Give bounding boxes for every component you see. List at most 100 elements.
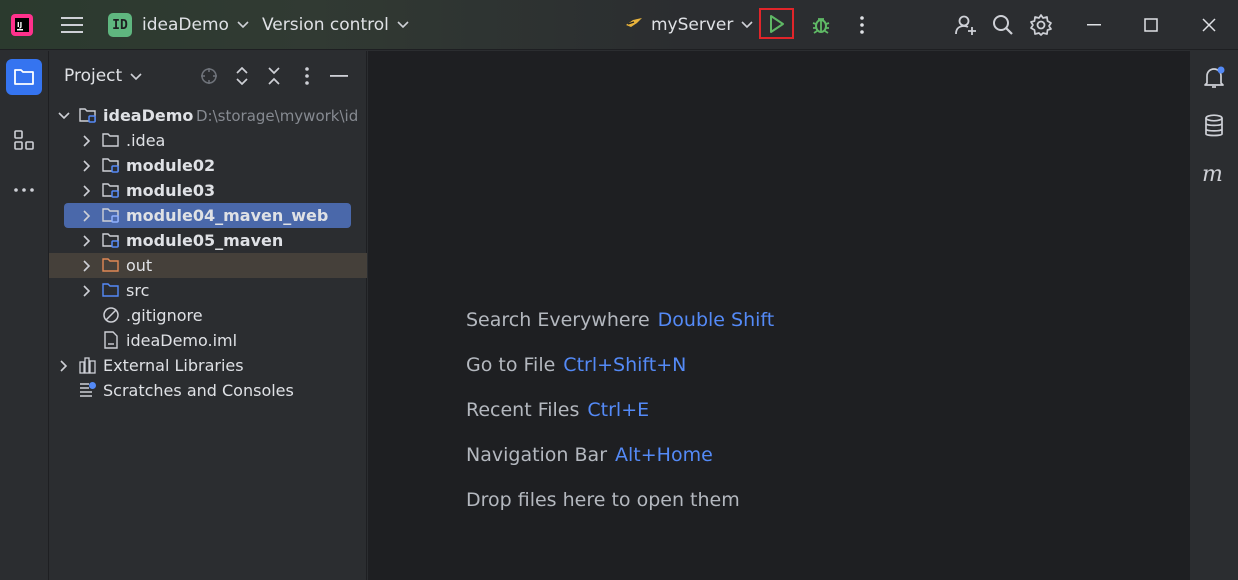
libraries-icon xyxy=(79,356,97,374)
tree-node-idea[interactable]: .idea xyxy=(49,128,367,153)
main-menu-button[interactable] xyxy=(58,0,86,50)
tree-label: ideaDemo.iml xyxy=(126,331,238,350)
tree-label: out xyxy=(126,256,153,275)
tree-node-ideademo-iml[interactable]: ideaDemo.iml xyxy=(49,328,367,353)
hint-shortcut: Double Shift xyxy=(657,309,775,331)
tree-node-module03[interactable]: module03 xyxy=(49,178,367,203)
left-tool-strip xyxy=(0,51,49,580)
tree-label: .gitignore xyxy=(126,306,203,325)
hint-text: Navigation Bar xyxy=(466,444,608,466)
database-icon[interactable] xyxy=(1198,110,1230,142)
chevron-down-icon[interactable] xyxy=(57,109,71,123)
tree-node-out[interactable]: out xyxy=(49,253,367,278)
module-folder-icon xyxy=(102,181,120,199)
chevron-right-icon[interactable] xyxy=(80,284,94,298)
hint-recent-files: Recent Files Ctrl+E xyxy=(466,399,649,421)
hint-search-everywhere: Search Everywhere Double Shift xyxy=(466,309,774,331)
project-name: ideaDemo xyxy=(142,15,229,35)
run-button[interactable] xyxy=(759,8,794,39)
run-icon xyxy=(769,14,784,33)
search-icon[interactable] xyxy=(987,0,1019,50)
project-badge[interactable]: ID xyxy=(108,13,132,37)
close-icon[interactable] xyxy=(1189,0,1229,50)
tree-label: module03 xyxy=(126,181,216,200)
chevron-right-icon[interactable] xyxy=(80,134,94,148)
more-actions-button[interactable] xyxy=(852,0,872,50)
tree-path: D:\storage\mywork\id xyxy=(196,106,359,125)
chevron-down-icon xyxy=(237,19,249,32)
tree-node-module05-maven[interactable]: module05_maven xyxy=(49,228,367,253)
chevron-right-icon[interactable] xyxy=(80,259,94,273)
code-with-me-icon[interactable] xyxy=(950,0,982,50)
module-folder-icon xyxy=(102,206,120,224)
more-tools-icon[interactable] xyxy=(6,172,42,208)
hint-text: Recent Files xyxy=(466,399,580,421)
maximize-icon[interactable] xyxy=(1131,0,1171,50)
hint-shortcut: Ctrl+Shift+N xyxy=(563,354,687,376)
minimize-icon[interactable] xyxy=(1074,0,1114,50)
run-config-selector[interactable]: myServer xyxy=(625,0,753,50)
chevron-right-icon[interactable] xyxy=(80,159,94,173)
intellij-logo-icon[interactable]: IJ xyxy=(10,0,36,50)
title-bar: IJ ID ideaDemo Version control myServer xyxy=(0,0,1238,50)
folder-icon xyxy=(102,131,120,149)
editor-empty-area: Search Everywhere Double Shift Go to File… xyxy=(368,51,1189,580)
project-switcher[interactable]: ideaDemo xyxy=(142,0,249,50)
vcs-label: Version control xyxy=(262,15,389,35)
tree-label: module02 xyxy=(126,156,216,175)
structure-icon[interactable] xyxy=(6,122,42,158)
options-icon[interactable] xyxy=(296,64,318,88)
iml-file-icon xyxy=(102,331,120,349)
module-folder-icon xyxy=(79,106,97,124)
tree-node-module04-maven-web[interactable]: module04_maven_web xyxy=(49,203,367,228)
right-tool-strip: m xyxy=(1189,51,1238,580)
vcs-menu[interactable]: Version control xyxy=(262,0,409,50)
tree-node-ideademo[interactable]: ideaDemo D:\storage\mywork\id xyxy=(49,103,367,128)
project-view-selector[interactable]: Project xyxy=(64,66,142,86)
settings-icon[interactable] xyxy=(1025,0,1057,50)
tree-label: module04_maven_web xyxy=(126,206,329,225)
svg-text:m: m xyxy=(1202,163,1223,185)
maven-icon[interactable]: m xyxy=(1198,158,1230,190)
project-folder-icon[interactable] xyxy=(6,59,42,95)
project-panel-header: Project xyxy=(49,51,367,101)
hint-text: Drop files here to open them xyxy=(466,489,740,511)
tree-node-scratches[interactable]: Scratches and Consoles xyxy=(49,378,367,403)
run-config-name: myServer xyxy=(651,15,734,35)
hint-drop-files: Drop files here to open them xyxy=(466,489,740,511)
module-folder-icon xyxy=(102,231,120,249)
chevron-down-icon xyxy=(741,19,753,32)
tree-node-src[interactable]: src xyxy=(49,278,367,303)
tomcat-icon xyxy=(625,15,643,35)
debug-button[interactable] xyxy=(806,0,836,50)
more-vertical-icon xyxy=(860,16,864,34)
module-folder-icon xyxy=(102,156,120,174)
chevron-down-icon xyxy=(397,19,409,32)
chevron-right-icon[interactable] xyxy=(57,359,71,373)
chevron-right-icon[interactable] xyxy=(80,209,94,223)
notifications-icon[interactable] xyxy=(1198,61,1230,93)
chevron-right-icon[interactable] xyxy=(80,234,94,248)
tree-label: src xyxy=(126,281,150,300)
bug-icon xyxy=(812,18,830,34)
tree-label: .idea xyxy=(126,131,166,150)
chevron-right-icon[interactable] xyxy=(80,184,94,198)
locate-icon[interactable] xyxy=(198,64,220,88)
chevron-down-icon xyxy=(130,66,142,86)
expand-all-icon[interactable] xyxy=(231,64,253,88)
tree-label: module05_maven xyxy=(126,231,284,250)
hint-shortcut: Ctrl+E xyxy=(587,399,650,421)
tree-node-external-libraries[interactable]: External Libraries xyxy=(49,353,367,378)
tree-label: ideaDemo xyxy=(103,106,194,125)
hint-text: Search Everywhere xyxy=(466,309,650,331)
svg-text:IJ: IJ xyxy=(17,21,22,29)
source-folder-icon xyxy=(102,281,120,299)
ignore-file-icon xyxy=(102,306,120,324)
tree-node-module02[interactable]: module02 xyxy=(49,153,367,178)
tree-label: External Libraries xyxy=(103,356,244,375)
tree-node-gitignore[interactable]: .gitignore xyxy=(49,303,367,328)
project-panel-title: Project xyxy=(64,66,123,86)
hide-panel-icon[interactable] xyxy=(328,64,350,88)
hint-navigation-bar: Navigation Bar Alt+Home xyxy=(466,444,713,466)
collapse-all-icon[interactable] xyxy=(263,64,285,88)
